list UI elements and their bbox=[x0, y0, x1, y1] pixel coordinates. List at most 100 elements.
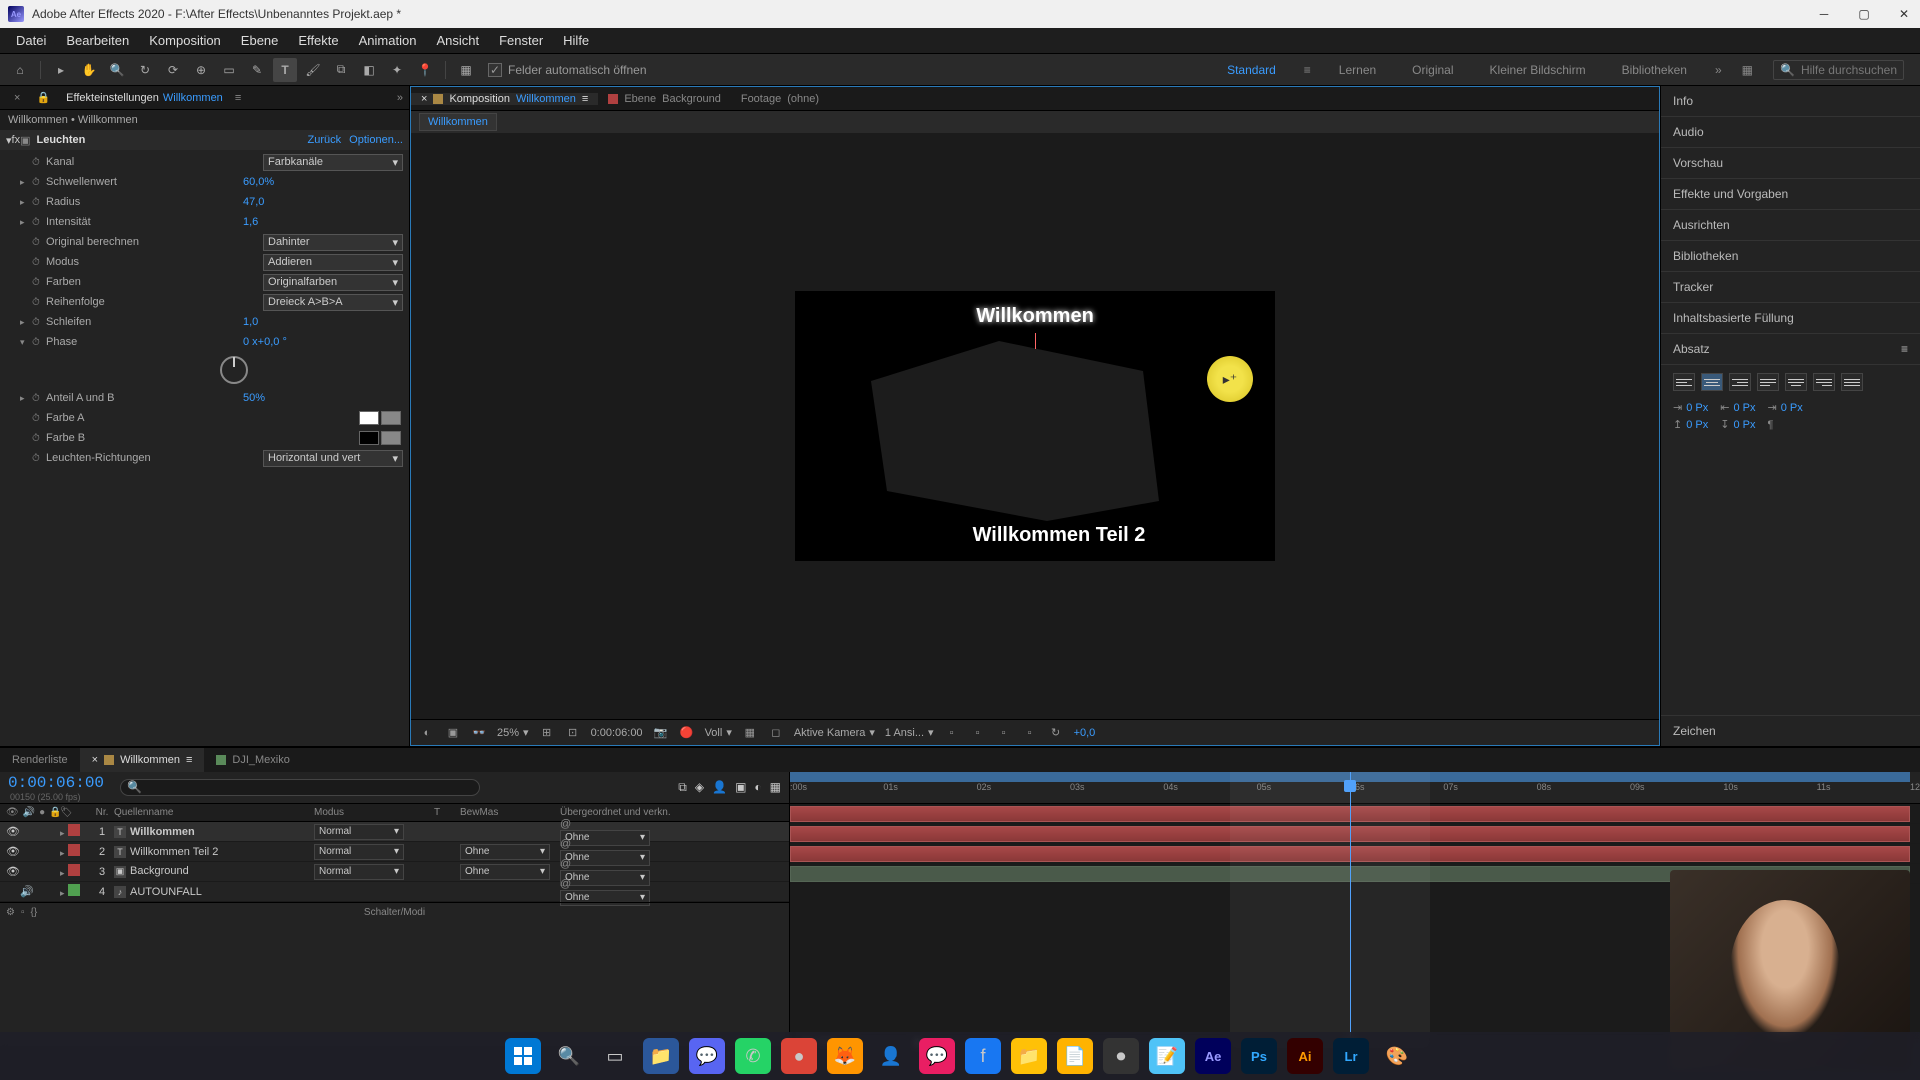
pickwhip-icon[interactable]: @ bbox=[560, 858, 571, 870]
justify-last-right-button[interactable] bbox=[1813, 373, 1835, 391]
panel-menu-icon[interactable]: ≡ bbox=[235, 92, 241, 104]
value-schwellenwert[interactable]: 60,0% bbox=[243, 176, 403, 188]
layer-name[interactable]: Background bbox=[130, 865, 189, 877]
vf-icon-2[interactable]: ▫ bbox=[970, 725, 986, 741]
eyedropper-b-icon[interactable] bbox=[381, 431, 401, 445]
indent-left[interactable]: ⇥0 Px bbox=[1673, 401, 1708, 414]
region-icon[interactable]: ◻ bbox=[768, 725, 784, 741]
taskview-icon[interactable]: ▭ bbox=[597, 1038, 633, 1074]
panel-overflow-icon[interactable]: » bbox=[397, 92, 403, 104]
value-schleifen[interactable]: 1,0 bbox=[243, 316, 403, 328]
facebook-icon[interactable]: f bbox=[965, 1038, 1001, 1074]
mode-dropdown[interactable]: Normal ▾ bbox=[314, 844, 404, 860]
phase-dial[interactable] bbox=[220, 356, 248, 384]
clone-tool[interactable]: ⧉ bbox=[329, 58, 353, 82]
vf-icon-3[interactable]: ▫ bbox=[996, 725, 1012, 741]
effect-tab-lock-icon[interactable]: 🔒 bbox=[28, 91, 58, 104]
help-search[interactable]: 🔍 Hilfe durchsuchen bbox=[1773, 60, 1904, 80]
eye-icon[interactable]: 👁 bbox=[6, 825, 20, 838]
align-right-button[interactable] bbox=[1729, 373, 1751, 391]
folder-icon[interactable]: 📁 bbox=[1011, 1038, 1047, 1074]
messenger-icon[interactable]: 💬 bbox=[919, 1038, 955, 1074]
layer-name[interactable]: Willkommen Teil 2 bbox=[130, 846, 218, 858]
color-swatch-a[interactable] bbox=[359, 411, 379, 425]
aftereffects-taskbar-icon[interactable]: Ae bbox=[1195, 1038, 1231, 1074]
mode-dropdown[interactable]: Normal ▾ bbox=[314, 864, 404, 880]
minimize-button[interactable]: ─ bbox=[1816, 6, 1832, 22]
resolution-dropdown[interactable]: Voll ▾ bbox=[705, 726, 732, 739]
trackmatte-dropdown[interactable]: Ohne ▾ bbox=[460, 864, 550, 880]
glasses-icon[interactable]: 👓 bbox=[471, 725, 487, 741]
stopwatch-icon[interactable]: ⏱ bbox=[32, 257, 46, 268]
pickwhip-icon[interactable]: @ bbox=[560, 878, 571, 890]
search-taskbar-icon[interactable]: 🔍 bbox=[551, 1038, 587, 1074]
composition-canvas[interactable]: Willkommen Willkommen Teil 2 ▸⁺ bbox=[795, 291, 1275, 561]
guides-icon[interactable]: ⊡ bbox=[565, 725, 581, 741]
grid-icon[interactable]: ⊞ bbox=[539, 725, 555, 741]
stopwatch-icon[interactable]: ⏱ bbox=[32, 197, 46, 208]
menu-ebene[interactable]: Ebene bbox=[231, 33, 289, 48]
justify-last-left-button[interactable] bbox=[1757, 373, 1779, 391]
switches-modes-toggle[interactable]: Schalter/Modi bbox=[364, 907, 425, 918]
panel-audio[interactable]: Audio bbox=[1661, 117, 1920, 148]
value-anteil[interactable]: 50% bbox=[243, 392, 403, 404]
text-direction[interactable]: ¶ bbox=[1767, 418, 1773, 431]
discord-icon[interactable]: 💬 bbox=[689, 1038, 725, 1074]
panel-bibliotheken[interactable]: Bibliotheken bbox=[1661, 241, 1920, 272]
vf-icon-4[interactable]: ▫ bbox=[1022, 725, 1038, 741]
value-phase[interactable]: 0 x+0,0 ° bbox=[243, 336, 403, 348]
refresh-icon[interactable]: ↻ bbox=[1048, 725, 1064, 741]
auto-open-checkbox[interactable]: ✓ bbox=[488, 63, 502, 77]
snapshot-icon[interactable]: 📷 bbox=[653, 725, 669, 741]
menu-komposition[interactable]: Komposition bbox=[139, 33, 231, 48]
timeline-timecode[interactable]: 0:00:06:00 bbox=[8, 774, 104, 792]
tl-frameblend-icon[interactable]: ▣ bbox=[735, 780, 746, 795]
tl-motionblur-icon[interactable]: ◐ bbox=[754, 780, 761, 795]
effect-controls-tab[interactable]: Effekteinstellungen Willkommen bbox=[58, 92, 231, 104]
panel-info[interactable]: Info bbox=[1661, 86, 1920, 117]
space-before[interactable]: ↥0 Px bbox=[1673, 418, 1708, 431]
firefox-icon[interactable]: 🦊 bbox=[827, 1038, 863, 1074]
pen-tool[interactable]: ✎ bbox=[245, 58, 269, 82]
panel-tracker[interactable]: Tracker bbox=[1661, 272, 1920, 303]
illustrator-icon[interactable]: Ai bbox=[1287, 1038, 1323, 1074]
effect-leuchten-header[interactable]: ▾ fx ▣ Leuchten Zurück Optionen... bbox=[0, 130, 409, 150]
app-icon-3[interactable]: 🎨 bbox=[1379, 1038, 1415, 1074]
panel-vorschau[interactable]: Vorschau bbox=[1661, 148, 1920, 179]
dropdown-farben[interactable]: Originalfarben▾ bbox=[263, 274, 403, 291]
workspace-overflow-icon[interactable]: » bbox=[1715, 63, 1722, 77]
value-intensitaet[interactable]: 1,6 bbox=[243, 216, 403, 228]
text-willkommen-teil2[interactable]: Willkommen Teil 2 bbox=[973, 524, 1146, 547]
workspace-menu-icon[interactable]: ≡ bbox=[1304, 63, 1311, 77]
dropdown-original[interactable]: Dahinter▾ bbox=[263, 234, 403, 251]
app-icon-2[interactable]: 📄 bbox=[1057, 1038, 1093, 1074]
anchor-tool[interactable]: ⊕ bbox=[189, 58, 213, 82]
stopwatch-icon[interactable]: ⏱ bbox=[32, 337, 46, 348]
rotate-tool[interactable]: ⟳ bbox=[161, 58, 185, 82]
panel-zeichen[interactable]: Zeichen bbox=[1661, 715, 1920, 746]
whatsapp-icon[interactable]: ✆ bbox=[735, 1038, 771, 1074]
trackmatte-dropdown[interactable]: Ohne ▾ bbox=[460, 844, 550, 860]
workspace-bibliotheken[interactable]: Bibliotheken bbox=[1614, 57, 1695, 83]
start-button[interactable] bbox=[505, 1038, 541, 1074]
menu-hilfe[interactable]: Hilfe bbox=[553, 33, 599, 48]
menu-effekte[interactable]: Effekte bbox=[288, 33, 348, 48]
workspace-standard[interactable]: Standard bbox=[1219, 57, 1284, 83]
comp-tab-footage[interactable]: Footage (ohne) bbox=[731, 93, 829, 105]
lightroom-icon[interactable]: Lr bbox=[1333, 1038, 1369, 1074]
workspace-lernen[interactable]: Lernen bbox=[1331, 57, 1384, 83]
text-tool[interactable]: T bbox=[273, 58, 297, 82]
layer-label-color[interactable] bbox=[68, 864, 80, 876]
layer-label-color[interactable] bbox=[68, 844, 80, 856]
stopwatch-icon[interactable]: ⏱ bbox=[32, 317, 46, 328]
tl-shy-icon[interactable]: 👤 bbox=[712, 780, 727, 795]
alpha-icon[interactable]: ◐ bbox=[419, 725, 435, 741]
justify-all-button[interactable] bbox=[1841, 373, 1863, 391]
timeline-search[interactable]: 🔍 bbox=[120, 779, 480, 796]
effect-reset-link[interactable]: Zurück bbox=[308, 134, 342, 146]
workspace-original[interactable]: Original bbox=[1404, 57, 1461, 83]
channels-icon[interactable]: 🔴 bbox=[679, 725, 695, 741]
transparency-icon[interactable]: ▦ bbox=[742, 725, 758, 741]
stopwatch-icon[interactable]: ⏱ bbox=[32, 217, 46, 228]
comp-tab-background[interactable]: Ebene Background bbox=[598, 93, 731, 105]
